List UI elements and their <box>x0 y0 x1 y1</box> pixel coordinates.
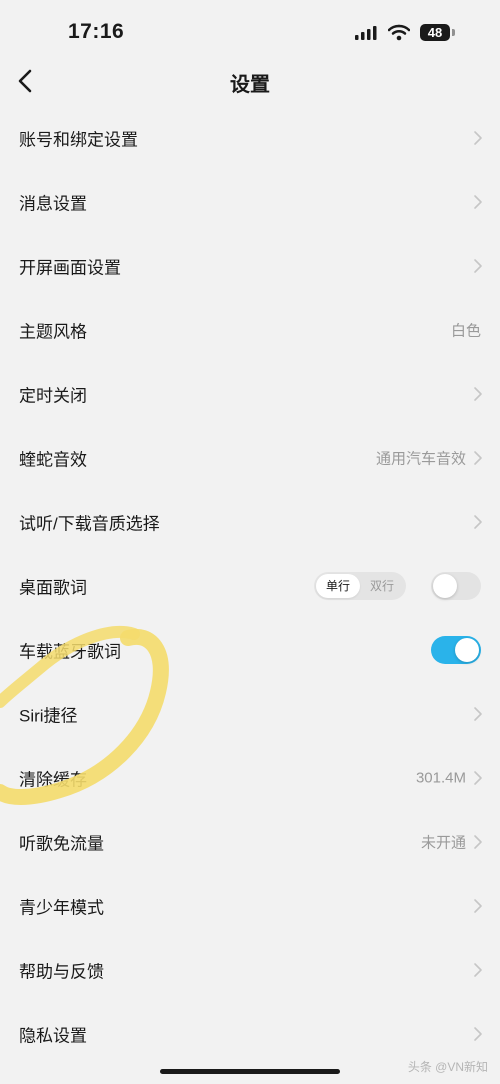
settings-item-help-feedback[interactable]: 帮助与反馈 <box>0 938 500 1002</box>
settings-item-label: 听歌免流量 <box>19 834 104 854</box>
toggle-knob <box>433 574 457 598</box>
chevron-right-icon <box>474 1027 482 1041</box>
settings-item-label: 账号和绑定设置 <box>19 130 138 150</box>
settings-item-theme[interactable]: 主题风格 白色 <box>0 298 500 362</box>
desktop-lyrics-toggle[interactable] <box>431 572 481 600</box>
settings-item-account-binding[interactable]: 账号和绑定设置 <box>0 106 500 170</box>
nav-bar: 设置 <box>0 56 500 106</box>
segment-single-line[interactable]: 单行 <box>316 574 360 598</box>
settings-item-label: 试听/下载音质选择 <box>19 514 160 534</box>
toggle-knob <box>455 638 479 662</box>
battery-icon: 48 <box>420 24 450 41</box>
settings-item-siri-shortcuts[interactable]: Siri捷径 <box>0 682 500 746</box>
status-time: 17:16 <box>68 20 125 43</box>
settings-item-label: 定时关闭 <box>19 386 87 406</box>
chevron-right-icon <box>474 707 482 721</box>
settings-item-label: 桌面歌词 <box>19 578 87 598</box>
settings-item-label: 隐私设置 <box>19 1026 87 1046</box>
settings-item-car-bluetooth-lyrics: 车载蓝牙歌词 <box>0 618 500 682</box>
chevron-right-icon <box>474 771 482 785</box>
status-bar: 17:16 48 <box>0 0 500 64</box>
settings-item-label: 青少年模式 <box>19 898 104 918</box>
settings-item-label: 蝰蛇音效 <box>19 450 87 470</box>
settings-item-label: 消息设置 <box>19 194 87 214</box>
battery-nub <box>452 29 455 36</box>
settings-item-label: 清除缓存 <box>19 770 87 790</box>
settings-item-value: 未开通 <box>420 834 466 852</box>
settings-item-data-free[interactable]: 听歌免流量 未开通 <box>0 810 500 874</box>
wifi-icon <box>388 24 410 41</box>
chevron-right-icon <box>474 259 482 273</box>
car-bluetooth-lyrics-toggle[interactable] <box>431 636 481 664</box>
settings-item-privacy[interactable]: 隐私设置 <box>0 1002 500 1066</box>
settings-item-value: 白色 <box>450 322 481 340</box>
settings-list: 账号和绑定设置 消息设置 开屏画面设置 主题风格 白色 定时关闭 蝰蛇音效 通用… <box>0 106 500 1066</box>
settings-item-clear-cache[interactable]: 清除缓存 301.4M <box>0 746 500 810</box>
lyrics-line-segmented-control: 单行 双行 <box>314 572 406 600</box>
settings-item-sound-effect[interactable]: 蝰蛇音效 通用汽车音效 <box>0 426 500 490</box>
chevron-right-icon <box>474 899 482 913</box>
settings-item-value: 通用汽车音效 <box>375 450 466 468</box>
settings-item-audio-quality[interactable]: 试听/下载音质选择 <box>0 490 500 554</box>
page-title: 设置 <box>230 74 270 96</box>
segment-double-line[interactable]: 双行 <box>360 574 404 598</box>
chevron-right-icon <box>474 387 482 401</box>
cellular-signal-icon <box>355 26 377 40</box>
settings-item-sleep-timer[interactable]: 定时关闭 <box>0 362 500 426</box>
settings-item-label: 开屏画面设置 <box>19 258 121 278</box>
settings-item-value: 301.4M <box>415 769 466 787</box>
settings-item-label: 车载蓝牙歌词 <box>19 642 121 662</box>
settings-item-teen-mode[interactable]: 青少年模式 <box>0 874 500 938</box>
chevron-right-icon <box>474 195 482 209</box>
chevron-right-icon <box>474 515 482 529</box>
chevron-right-icon <box>474 963 482 977</box>
settings-item-splash-screen[interactable]: 开屏画面设置 <box>0 234 500 298</box>
watermark: 头条 @VN新知 <box>407 1060 488 1074</box>
chevron-right-icon <box>474 451 482 465</box>
settings-item-label: 帮助与反馈 <box>19 962 104 982</box>
settings-item-label: 主题风格 <box>19 322 87 342</box>
chevron-right-icon <box>474 835 482 849</box>
settings-item-messages[interactable]: 消息设置 <box>0 170 500 234</box>
chevron-right-icon <box>474 131 482 145</box>
home-indicator <box>160 1069 340 1074</box>
settings-item-label: Siri捷径 <box>19 706 78 726</box>
settings-item-desktop-lyrics: 桌面歌词 单行 双行 <box>0 554 500 618</box>
